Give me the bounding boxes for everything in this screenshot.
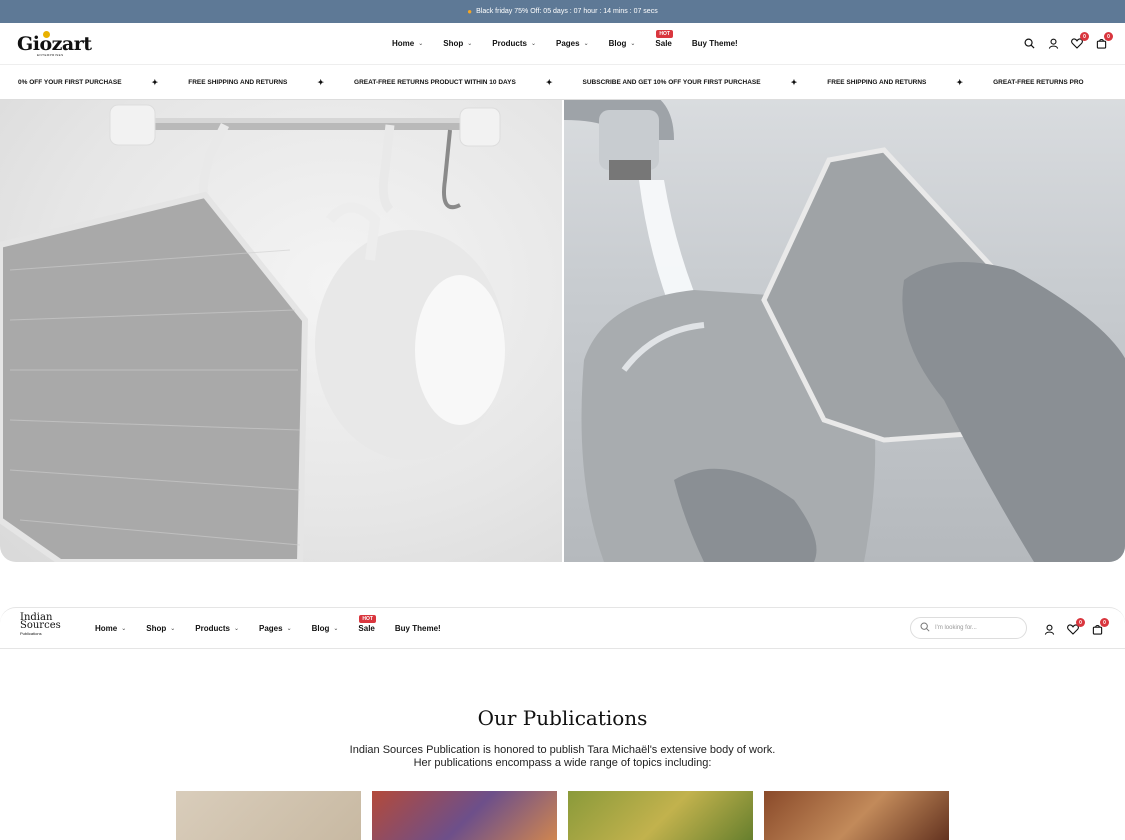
nav-products[interactable]: Products ⌄ — [492, 39, 536, 48]
hero-image-scrubber-hanging[interactable] — [0, 100, 562, 562]
chevron-down-icon: ⌄ — [583, 41, 589, 47]
nav2-home[interactable]: Home ⌄ — [95, 624, 126, 633]
publications-description: Indian Sources Publication is honored to… — [0, 744, 1125, 770]
sparkle-icon: ✦ — [790, 77, 798, 87]
site-logo[interactable]: Giozart ENTERPRISES — [17, 30, 92, 57]
nav2-pages[interactable]: Pages ⌄ — [259, 624, 292, 633]
nav2-sale-label: Sale — [358, 624, 375, 633]
publication-card-image[interactable] — [176, 791, 361, 840]
marquee-item: 0% OFF YOUR FIRST PURCHASE — [18, 78, 122, 86]
cart-icon[interactable]: 0 — [1091, 618, 1109, 635]
secondary-header: Indian Sources Publications Home ⌄ Shop ⌄ … — [0, 607, 1125, 649]
user-icon[interactable] — [1047, 37, 1059, 49]
nav2-products[interactable]: Products ⌄ — [195, 624, 239, 633]
chevron-down-icon: ⌄ — [233, 626, 239, 632]
chevron-down-icon: ⌄ — [286, 626, 292, 632]
publications-desc-line-2: Her publications encompass a wide range … — [413, 757, 712, 769]
secondary-nav: Home ⌄ Shop ⌄ Products ⌄ Pages ⌄ Blog ⌄ Sale H… — [95, 615, 441, 633]
sparkle-icon: ✦ — [151, 77, 159, 87]
fire-icon: ● — [467, 7, 473, 16]
marquee-item: FREE SHIPPING AND RETURNS — [188, 78, 288, 86]
nav2-blog[interactable]: Blog ⌄ — [312, 624, 339, 633]
marquee-item: GREAT-FREE RETURNS PRO — [993, 78, 1084, 86]
publication-card-image[interactable] — [372, 791, 557, 840]
nav2-blog-label: Blog — [311, 624, 330, 633]
cart-icon[interactable]: 0 — [1095, 32, 1113, 49]
heart-icon[interactable]: 0 — [1067, 618, 1085, 635]
page: ● Black friday 75% Off: 05 days : 07 hou… — [0, 0, 1125, 840]
nav-pages-label: Pages — [556, 39, 580, 48]
sparkle-icon: ✦ — [545, 77, 553, 87]
publications-desc-line-1: Indian Sources Publication is honored to… — [349, 744, 776, 756]
nav2-buy-theme-label: Buy Theme! — [394, 624, 441, 633]
hero-banner — [0, 100, 1125, 562]
nav-sale-label: Sale — [655, 39, 672, 48]
secondary-header-icons: 0 0 — [1043, 618, 1109, 635]
nav2-buy-theme[interactable]: Buy Theme! — [395, 624, 441, 633]
promo-marquee: 0% OFF YOUR FIRST PURCHASE ✦ FREE SHIPPI… — [0, 65, 1125, 100]
sparkle-icon: ✦ — [317, 77, 325, 87]
cart-count-badge: 0 — [1104, 32, 1113, 41]
nav-buy-theme-label: Buy Theme! — [691, 39, 738, 48]
heart-icon[interactable]: 0 — [1071, 32, 1089, 49]
nav-shop[interactable]: Shop ⌄ — [443, 39, 472, 48]
logo-text: Giozart — [17, 32, 92, 55]
nav-pages[interactable]: Pages ⌄ — [556, 39, 589, 48]
search-icon[interactable] — [1023, 37, 1035, 49]
hot-badge: HOT — [656, 30, 673, 38]
nav-home-label: Home — [392, 39, 415, 48]
chevron-down-icon: ⌄ — [530, 41, 536, 47]
logo-dot-icon — [43, 30, 50, 38]
nav-home[interactable]: Home ⌄ — [392, 39, 423, 48]
nav2-products-label: Products — [195, 624, 230, 633]
wishlist-count-badge: 0 — [1080, 32, 1089, 41]
nav2-pages-label: Pages — [259, 624, 283, 633]
announcement-bar: ● Black friday 75% Off: 05 days : 07 hou… — [0, 0, 1125, 23]
publication-card-image[interactable] — [568, 791, 753, 840]
logo-subtext: ENTERPRISES — [37, 52, 64, 57]
logo-line-3: Publications — [20, 631, 42, 636]
nav-buy-theme[interactable]: Buy Theme! — [692, 39, 738, 48]
chevron-down-icon: ⌄ — [630, 41, 636, 47]
marquee-item: SUBSCRIBE AND GET 10% OFF YOUR FIRST PUR… — [582, 78, 761, 86]
nav-blog-label: Blog — [608, 39, 627, 48]
nav-sale[interactable]: Sale HOT — [655, 30, 673, 48]
nav-shop-label: Shop — [443, 39, 464, 48]
main-nav: Home ⌄ Shop ⌄ Products ⌄ Pages ⌄ Blog ⌄ Sale H… — [392, 30, 738, 48]
chevron-down-icon: ⌄ — [333, 626, 339, 632]
user-icon[interactable] — [1043, 623, 1055, 635]
announcement-text: Black friday 75% Off: 05 days : 07 hour … — [476, 8, 658, 15]
site-header: Giozart ENTERPRISES Home ⌄ Shop ⌄ Products… — [0, 23, 1125, 65]
wishlist-count-badge: 0 — [1076, 618, 1085, 627]
marquee-item: GREAT-FREE RETURNS PRODUCT WITHIN 10 DAY… — [354, 78, 516, 86]
cart-count-badge: 0 — [1100, 618, 1109, 627]
search-field[interactable]: I'm looking for... — [910, 617, 1027, 639]
logo-line-2: Sources — [20, 620, 61, 631]
marquee-item: FREE SHIPPING AND RETURNS — [827, 78, 927, 86]
nav2-home-label: Home — [95, 624, 118, 633]
hero-image-scrubber-washing[interactable] — [563, 100, 1125, 562]
nav-products-label: Products — [492, 39, 527, 48]
nav2-sale[interactable]: Sale HOT — [358, 615, 376, 633]
chevron-down-icon: ⌄ — [170, 626, 176, 632]
chevron-down-icon: ⌄ — [467, 41, 473, 47]
publication-thumbnails — [176, 791, 949, 840]
publication-card-image[interactable] — [764, 791, 949, 840]
search-icon — [920, 622, 930, 634]
nav-blog[interactable]: Blog ⌄ — [609, 39, 636, 48]
publications-title: Our Publications — [477, 706, 648, 730]
sparkle-icon: ✦ — [956, 77, 964, 87]
nav2-shop[interactable]: Shop ⌄ — [146, 624, 175, 633]
search-placeholder: I'm looking for... — [935, 625, 977, 631]
header-icons: 0 0 — [1023, 32, 1113, 49]
indian-sources-logo[interactable]: Indian Sources Publications — [20, 613, 61, 638]
hot-badge: HOT — [359, 615, 376, 623]
nav2-shop-label: Shop — [146, 624, 167, 633]
chevron-down-icon: ⌄ — [418, 41, 424, 47]
chevron-down-icon: ⌄ — [121, 626, 127, 632]
